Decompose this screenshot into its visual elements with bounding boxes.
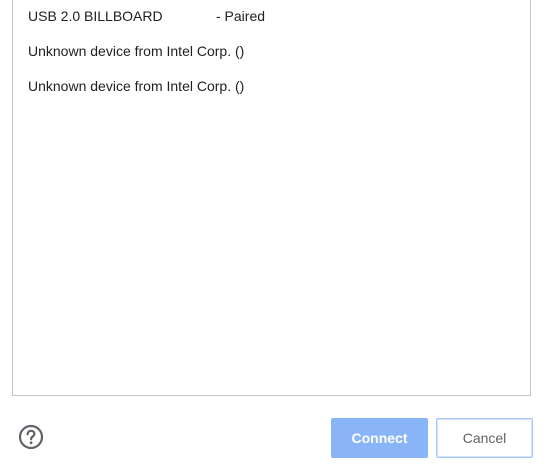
device-name: USB 2.0 BILLBOARD [28, 8, 163, 24]
question-circle-icon [18, 424, 44, 450]
help-button[interactable] [18, 424, 44, 450]
device-name: Unknown device from Intel Corp. () [28, 43, 245, 59]
device-list-item[interactable]: Unknown device from Intel Corp. () [28, 74, 245, 98]
device-name: Unknown device from Intel Corp. () [28, 78, 245, 94]
connect-button[interactable]: Connect [331, 418, 428, 458]
device-list-item[interactable]: Unknown device from Intel Corp. () [28, 39, 245, 63]
device-status: - Paired [216, 8, 266, 24]
cancel-button[interactable]: Cancel [436, 418, 533, 458]
device-chooser-dialog: USB 2.0 BILLBOARD - Paired Unknown device… [0, 0, 550, 469]
device-list-item[interactable]: USB 2.0 BILLBOARD - Paired [28, 4, 265, 28]
device-list[interactable]: USB 2.0 BILLBOARD - Paired Unknown device… [12, 0, 531, 396]
